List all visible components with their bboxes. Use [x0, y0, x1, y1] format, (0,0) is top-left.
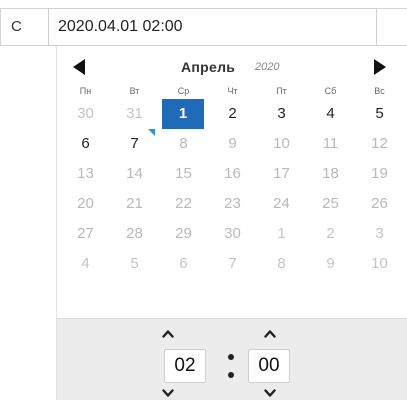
minute-field[interactable]: 00 — [248, 349, 290, 383]
next-month-icon[interactable] — [374, 59, 386, 75]
hour-field[interactable]: 02 — [164, 349, 206, 383]
day-cell-today[interactable]: 7 — [110, 129, 159, 159]
weekday-header: Пн Вт Ср Чт Пт Сб Вс — [61, 86, 404, 100]
day-cell[interactable]: 27 — [61, 219, 110, 249]
weekday-label: Сб — [324, 86, 337, 96]
day-cell-selected[interactable]: 1 — [162, 99, 204, 129]
day-cell[interactable]: 7 — [208, 249, 257, 279]
weekday-label: Чт — [227, 86, 238, 96]
day-cell[interactable]: 29 — [159, 219, 208, 249]
hour-up-chevron-up-icon[interactable] — [162, 328, 174, 340]
day-cell[interactable]: 6 — [159, 249, 208, 279]
day-cell[interactable]: 17 — [257, 159, 306, 189]
day-cell[interactable]: 5 — [110, 249, 159, 279]
day-cell[interactable]: 21 — [110, 189, 159, 219]
day-cell[interactable]: 18 — [306, 159, 355, 189]
day-cell[interactable]: 9 — [208, 129, 257, 159]
day-cell[interactable]: 23 — [208, 189, 257, 219]
day-cell[interactable]: 2 — [208, 99, 257, 129]
time-separator-dot — [228, 372, 234, 378]
day-cell[interactable]: 28 — [110, 219, 159, 249]
weekday-label: Ср — [177, 86, 190, 96]
date-range-from-row: С 2020.04.01 02:00 — [0, 8, 407, 46]
day-cell[interactable]: 1 — [257, 219, 306, 249]
day-cell[interactable]: 8 — [257, 249, 306, 279]
minute-up-chevron-up-icon[interactable] — [264, 328, 276, 340]
day-cell[interactable]: 3 — [355, 219, 404, 249]
day-cell[interactable]: 9 — [306, 249, 355, 279]
day-cell[interactable]: 19 — [355, 159, 404, 189]
weekday-label: Пт — [276, 86, 287, 96]
day-cell[interactable]: 16 — [208, 159, 257, 189]
from-label: С — [0, 8, 48, 46]
day-cell[interactable]: 4 — [61, 249, 110, 279]
day-cell[interactable]: 5 — [355, 99, 404, 129]
input-right-edge — [377, 8, 407, 46]
month-header: Апрель 2020 — [57, 54, 407, 78]
day-cell[interactable]: 24 — [257, 189, 306, 219]
day-cell[interactable]: 20 — [61, 189, 110, 219]
time-picker-panel: 02 00 — [57, 318, 407, 400]
day-cell[interactable]: 8 — [159, 129, 208, 159]
day-cell[interactable]: 2 — [306, 219, 355, 249]
day-cell[interactable]: 12 — [355, 129, 404, 159]
minute-down-chevron-down-icon[interactable] — [264, 387, 276, 399]
day-cell[interactable]: 3 — [257, 99, 306, 129]
day-cell[interactable]: 10 — [257, 129, 306, 159]
day-cell[interactable]: 4 — [306, 99, 355, 129]
day-cell[interactable]: 11 — [306, 129, 355, 159]
day-cell[interactable]: 25 — [306, 189, 355, 219]
year-title: 2020 — [255, 61, 280, 73]
day-grid: 30 31 1 2 3 4 5 6 7 8 9 10 11 12 13 14 15 16 17 18 19 20 21 22 2… — [61, 99, 404, 279]
today-marker-icon — [148, 129, 155, 136]
datetime-picker-popup: Апрель 2020 Пн Вт Ср Чт Пт Сб Вс 30 31 1 2 3 4 5 6 7 8 9… — [56, 46, 407, 400]
day-cell[interactable]: 10 — [355, 249, 404, 279]
prev-month-icon[interactable] — [73, 59, 85, 75]
weekday-label: Вс — [374, 86, 385, 96]
datetime-input[interactable]: 2020.04.01 02:00 — [48, 8, 377, 46]
weekday-label: Вт — [129, 86, 140, 96]
day-cell[interactable]: 13 — [61, 159, 110, 189]
time-separator-dot — [228, 354, 234, 360]
day-cell[interactable]: 26 — [355, 189, 404, 219]
day-cell[interactable]: 31 — [110, 99, 159, 129]
month-title: Апрель — [181, 59, 236, 75]
day-cell[interactable]: 14 — [110, 159, 159, 189]
day-cell[interactable]: 30 — [208, 219, 257, 249]
day-cell[interactable]: 15 — [159, 159, 208, 189]
day-cell[interactable]: 6 — [61, 129, 110, 159]
hour-down-chevron-down-icon[interactable] — [162, 387, 174, 399]
day-cell[interactable]: 22 — [159, 189, 208, 219]
day-cell[interactable]: 30 — [61, 99, 110, 129]
weekday-label: Пн — [79, 86, 92, 96]
